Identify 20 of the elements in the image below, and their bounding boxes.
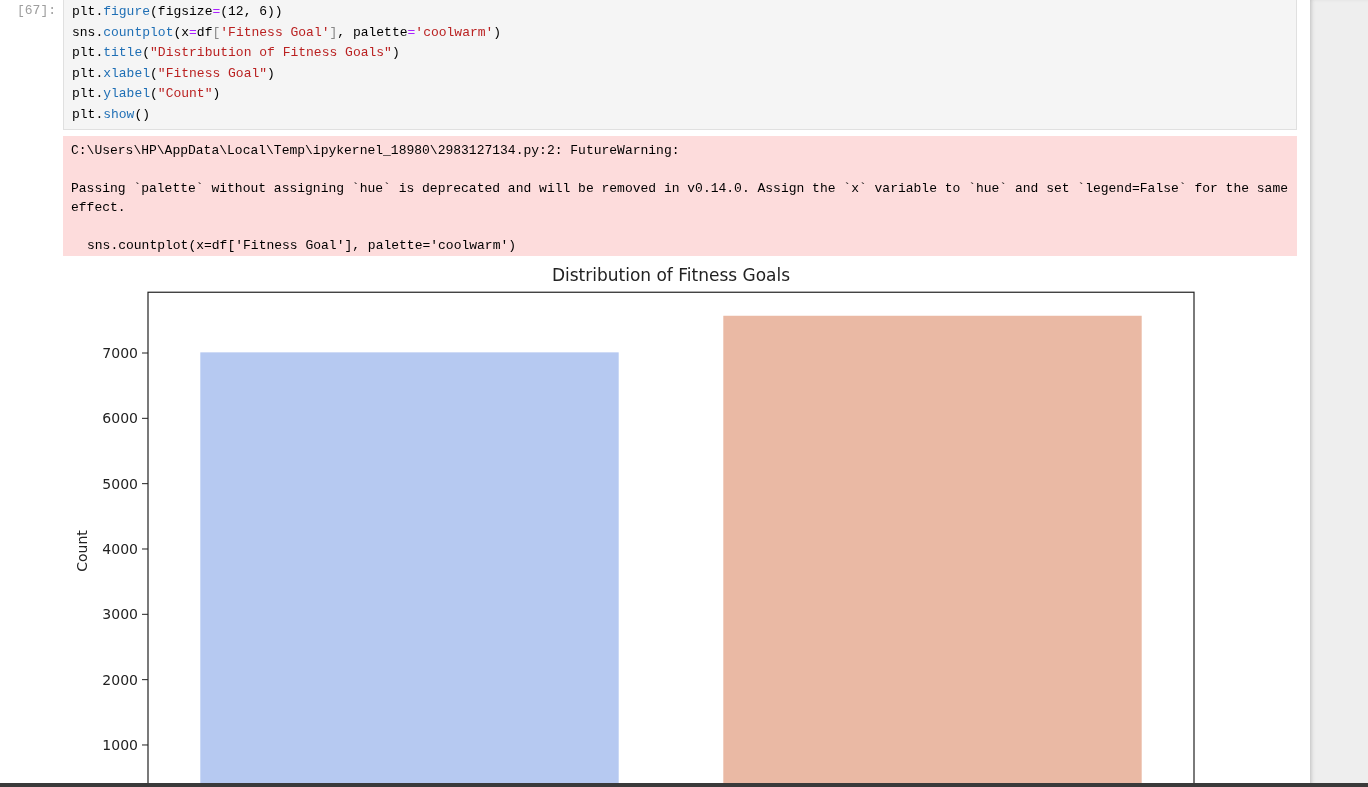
code-line: plt.show() <box>72 105 152 124</box>
warning-message: Passing `palette` without assigning `hue` is deprecated and will be removed in v0.14.0. Assign the `x` variable to `hue` and set `legend=False` for the same effect. <box>71 180 1289 217</box>
cell-prompt: [67]: <box>16 2 57 20</box>
warning-header: C:\Users\HP\AppData\Local\Temp\ipykernel_18980\2983127134.py:2: FutureWarning: <box>71 142 681 160</box>
code-line: plt.title("Distribution of Fitness Goals") <box>72 44 401 62</box>
warning-source-line: sns.countplot(x=df['Fitness Goal'], palette='coolwarm') <box>86 237 518 255</box>
code-line: plt.figure(figsize=(12, 6)) <box>72 3 284 21</box>
y-tick-label: 4000 <box>102 541 138 557</box>
y-tick-label: 3000 <box>102 606 138 623</box>
y-tick-label: 6000 <box>102 410 138 427</box>
code-editor[interactable]: plt.figure(figsize=(12, 6)) sns.countplot(x=df['Fitness Goal'], palette='coolwarm') plt.title("Distribution of Fitness Goals") plt.xlabel("Fitness Goal") plt.ylabel("Count") plt.show() <box>63 0 1297 130</box>
y-tick-label: 2000 <box>102 671 138 688</box>
chart-title: Distribution of Fitness Goals <box>551 265 791 285</box>
y-tick-label: 7000 <box>102 345 138 361</box>
code-line: sns.countplot(x=df['Fitness Goal'], palette='coolwarm') <box>72 23 503 42</box>
y-axis-label: Count <box>74 530 90 572</box>
y-tick-label: 1000 <box>102 737 138 753</box>
code-line: plt.ylabel("Count") <box>72 85 222 103</box>
code-line: plt.xlabel("Fitness Goal") <box>72 64 276 83</box>
y-tick-label: 5000 <box>102 475 138 492</box>
